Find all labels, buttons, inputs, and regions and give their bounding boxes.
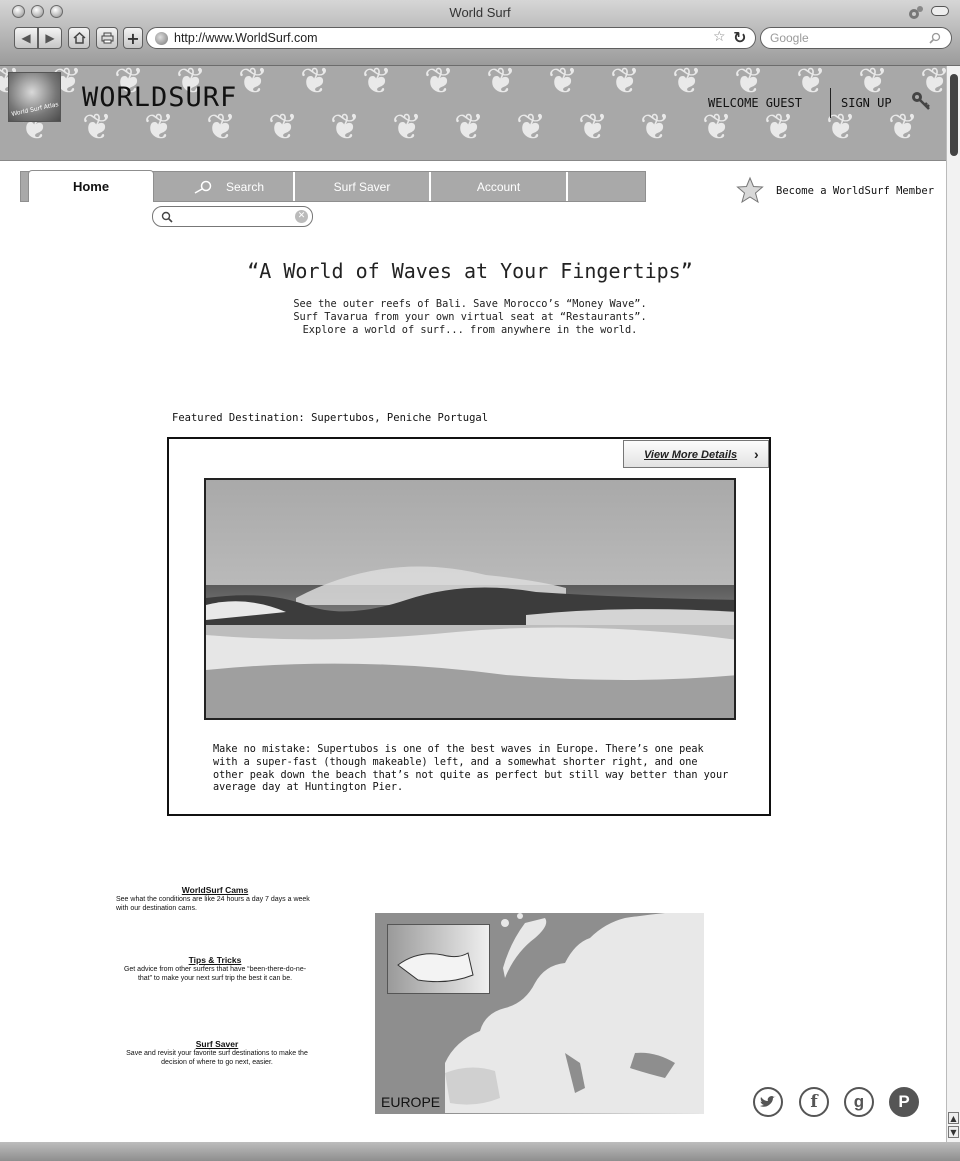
main-nav: Home Search Surf Saver Account <box>20 170 646 202</box>
swirl-ornament: ❦ <box>640 107 671 148</box>
home-icon <box>72 32 86 44</box>
chevron-right-icon: › <box>754 446 759 462</box>
featured-destination-card: View More Details › Make no mistake: Sup… <box>167 437 771 816</box>
globe-icon <box>155 32 168 45</box>
star-icon[interactable] <box>736 176 764 204</box>
site-header: ❦❦❦❦❦❦❦❦❦❦❦❦❦❦❦❦❦❦❦❦❦❦❦❦❦❦❦❦❦❦❦❦ World S… <box>0 66 946 161</box>
tab-search[interactable]: Search <box>163 172 295 201</box>
site-search-input[interactable]: ✕ <box>152 206 313 227</box>
google-icon[interactable]: g <box>844 1087 874 1117</box>
europe-map[interactable]: EUROPE <box>375 913 704 1114</box>
tab-extra[interactable] <box>568 172 645 201</box>
swirl-ornament: ❦ <box>454 107 485 148</box>
swirl-ornament: ❦ <box>578 107 609 148</box>
search-icon <box>194 180 212 194</box>
featured-destination-label: Featured Destination: Supertubos, Penich… <box>172 412 489 424</box>
bookmark-star-icon[interactable]: ☆ <box>713 29 726 45</box>
settings-icon[interactable] <box>906 5 924 25</box>
scroll-thumb[interactable] <box>950 74 958 156</box>
info-title-cams[interactable]: WorldSurf Cams <box>110 885 320 895</box>
swirl-ornament: ❦ <box>486 66 517 102</box>
search-engine-field[interactable]: Google <box>760 27 952 49</box>
hero-title: “A World of Waves at Your Fingertips” <box>247 259 693 283</box>
map-label: EUROPE <box>381 1094 441 1110</box>
view-more-details-button[interactable]: View More Details › <box>623 440 769 468</box>
swirl-ornament: ❦ <box>548 66 579 102</box>
become-member-link[interactable]: Become a WorldSurf Member <box>776 185 934 197</box>
view-more-details-label: View More Details <box>644 449 738 461</box>
tab-account[interactable]: Account <box>431 172 568 201</box>
featured-description: Make no mistake: Supertubos is one of th… <box>213 744 729 794</box>
swirl-ornament: ❦ <box>888 107 919 148</box>
info-text-surf-saver: Save and revisit your favorite surf dest… <box>126 1050 308 1066</box>
reload-icon[interactable]: ↻ <box>733 28 746 47</box>
site-name: WORLDSURF <box>82 82 238 113</box>
toolbar-toggle-button[interactable] <box>931 6 949 16</box>
pinterest-icon[interactable]: P <box>889 1087 919 1117</box>
info-text-tips: Get advice from other surfers that have … <box>123 966 307 982</box>
tab-surf-saver[interactable]: Surf Saver <box>295 172 431 201</box>
search-engine-placeholder: Google <box>770 31 809 45</box>
forward-button[interactable]: ▶ <box>38 27 62 49</box>
clear-search-icon[interactable]: ✕ <box>295 210 308 223</box>
browser-status-bar <box>0 1142 960 1161</box>
swirl-ornament: ❦ <box>238 66 269 102</box>
swirl-ornament: ❦ <box>268 107 299 148</box>
swirl-ornament: ❦ <box>610 66 641 102</box>
sign-up-link[interactable]: SIGN UP <box>841 96 892 110</box>
swirl-ornament: ❦ <box>424 66 455 102</box>
print-icon <box>101 32 113 44</box>
tab-search-label: Search <box>225 179 265 194</box>
swirl-ornament: ❦ <box>858 66 889 102</box>
back-button[interactable]: ◀ <box>14 27 38 49</box>
facebook-icon[interactable]: f <box>799 1087 829 1117</box>
swirl-ornament: ❦ <box>206 107 237 148</box>
swirl-ornament: ❦ <box>144 107 175 148</box>
key-icon[interactable] <box>910 90 932 112</box>
info-block-surf-saver: Surf Saver Save and revisit your favorit… <box>112 1039 322 1067</box>
info-text-cams: See what the conditions are like 24 hour… <box>116 896 310 912</box>
scroll-down-arrow[interactable]: ▼ <box>948 1126 959 1138</box>
logo-text: World Surf Atlas <box>10 101 60 118</box>
info-title-tips[interactable]: Tips & Tricks <box>110 955 320 965</box>
url-text: http://www.WorldSurf.com <box>174 31 318 45</box>
search-icon <box>161 211 173 223</box>
swirl-ornament: ❦ <box>672 66 703 102</box>
featured-wave-photo <box>204 478 736 720</box>
welcome-text: WELCOME GUEST <box>708 96 802 110</box>
site-logo[interactable]: World Surf Atlas <box>8 72 61 122</box>
swirl-ornament: ❦ <box>300 66 331 102</box>
info-block-tips: Tips & Tricks Get advice from other surf… <box>110 955 320 983</box>
search-icon <box>929 32 941 44</box>
swirl-ornament: ❦ <box>82 107 113 148</box>
info-block-cams: WorldSurf Cams See what the conditions a… <box>110 885 320 913</box>
home-button[interactable] <box>68 27 90 49</box>
swirl-ornament: ❦ <box>392 107 423 148</box>
swirl-ornament: ❦ <box>362 66 393 102</box>
window-title: World Surf <box>449 5 511 20</box>
swirl-ornament: ❦ <box>764 107 795 148</box>
browser-chrome: World Surf ◀ ▶ + http://www.WorldSurf.co… <box>0 0 960 66</box>
page-scrollbar[interactable]: ▲ ▼ <box>946 66 960 1142</box>
hero-text: See the outer reefs of Bali. Save Morocc… <box>293 298 647 336</box>
print-button[interactable] <box>96 27 118 49</box>
twitter-icon[interactable] <box>753 1087 783 1117</box>
swirl-ornament: ❦ <box>330 107 361 148</box>
info-title-surf-saver[interactable]: Surf Saver <box>112 1039 322 1049</box>
swirl-ornament: ❦ <box>796 66 827 102</box>
new-tab-button[interactable]: + <box>123 27 143 49</box>
url-bar[interactable]: http://www.WorldSurf.com ☆ ↻ <box>146 27 756 49</box>
swirl-ornament: ❦ <box>734 66 765 102</box>
map-inset-portugal <box>387 924 490 994</box>
header-divider <box>830 88 831 118</box>
swirl-ornament: ❦ <box>516 107 547 148</box>
tab-home[interactable]: Home <box>28 170 154 202</box>
swirl-ornament: ❦ <box>702 107 733 148</box>
scroll-up-arrow[interactable]: ▲ <box>948 1112 959 1124</box>
